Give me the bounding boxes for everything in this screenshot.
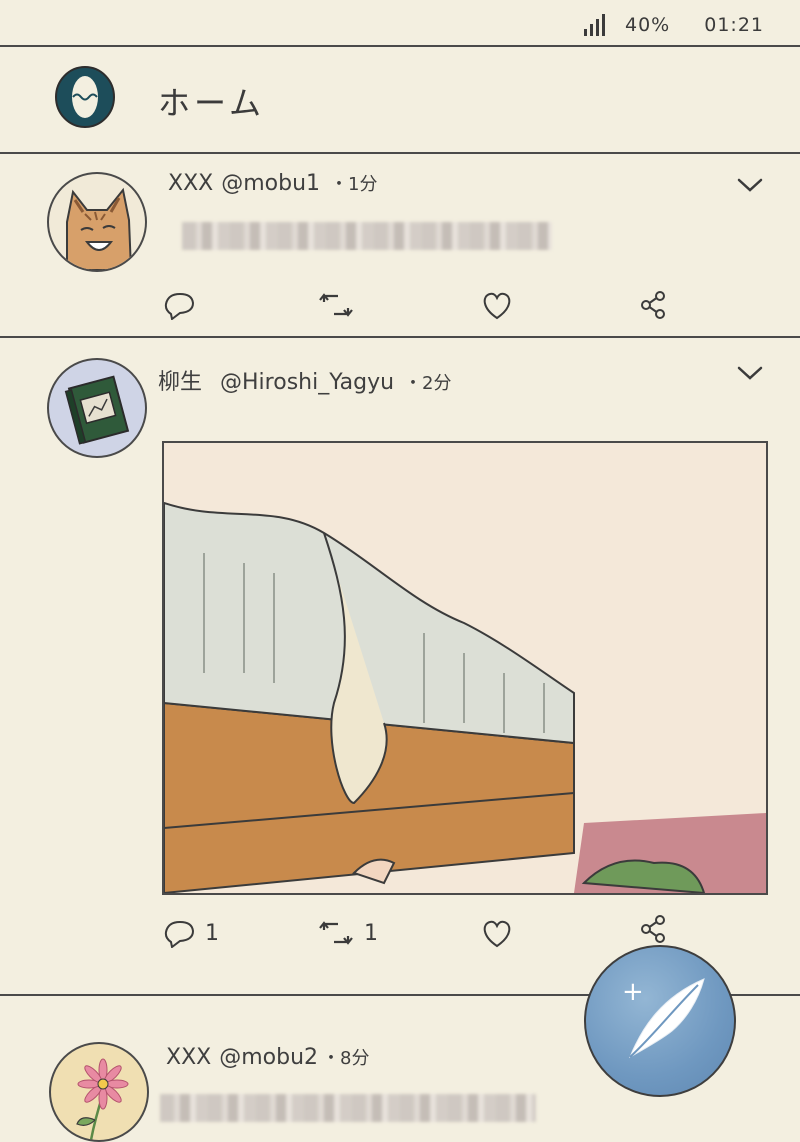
- post-text-redacted: [160, 1094, 536, 1122]
- reply-button[interactable]: [163, 290, 195, 320]
- reply-icon: [164, 920, 195, 948]
- retweet-button[interactable]: [318, 290, 354, 320]
- retweet-icon: [319, 921, 353, 945]
- post-text-redacted: [182, 222, 552, 250]
- like-button[interactable]: [480, 918, 514, 948]
- avatar[interactable]: [49, 1042, 149, 1142]
- flower-avatar-icon: [76, 1058, 129, 1140]
- share-icon: [641, 915, 665, 943]
- handle[interactable]: @mobu2: [219, 1045, 318, 1070]
- post-header: XXX @mobu2 ・8分: [166, 1044, 369, 1070]
- chevron-down-icon[interactable]: [736, 364, 764, 382]
- timestamp: ・8分: [322, 1048, 370, 1069]
- bed-illustration-icon: [164, 443, 766, 893]
- share-button[interactable]: [638, 290, 668, 320]
- display-name[interactable]: 柳生: [158, 370, 202, 395]
- chevron-down-icon[interactable]: [736, 176, 764, 194]
- battery-text: 40%: [625, 14, 671, 36]
- handle[interactable]: @mobu1: [221, 171, 320, 196]
- reply-button[interactable]: 1: [163, 918, 219, 948]
- display-name[interactable]: XXX: [168, 171, 213, 196]
- quill-icon: [629, 978, 705, 1059]
- status-bar: 40% 01:21: [583, 10, 764, 40]
- display-name[interactable]: XXX: [166, 1045, 211, 1070]
- compose-button[interactable]: +: [584, 945, 736, 1097]
- divider: [0, 336, 800, 338]
- avatar[interactable]: [47, 358, 147, 458]
- timestamp: ・1分: [330, 174, 378, 195]
- divider: [0, 152, 800, 154]
- retweet-count: 1: [364, 920, 378, 946]
- handle[interactable]: @Hiroshi_Yagyu: [220, 370, 394, 395]
- cat-avatar-icon: [66, 187, 133, 270]
- reply-icon: [164, 292, 195, 320]
- retweet-icon: [319, 293, 353, 317]
- book-avatar-icon: [64, 375, 130, 445]
- heart-icon: [483, 920, 511, 948]
- post-header: XXX @mobu1 ・1分: [168, 170, 377, 196]
- clock-text: 01:21: [704, 14, 764, 36]
- reply-count: 1: [205, 920, 219, 946]
- divider: [0, 45, 800, 47]
- share-icon: [641, 291, 665, 319]
- avatar[interactable]: [47, 172, 147, 272]
- app-logo-icon[interactable]: [54, 66, 116, 128]
- heart-icon: [483, 292, 511, 320]
- page-title: ホーム: [158, 84, 266, 122]
- signal-icon: [584, 14, 605, 36]
- timestamp: ・2分: [404, 373, 452, 394]
- post-image[interactable]: [162, 441, 768, 895]
- like-button[interactable]: [480, 290, 514, 320]
- retweet-button[interactable]: 1: [318, 918, 378, 948]
- share-button[interactable]: [638, 914, 668, 944]
- post-header: 柳生 @Hiroshi_Yagyu ・2分: [158, 364, 451, 396]
